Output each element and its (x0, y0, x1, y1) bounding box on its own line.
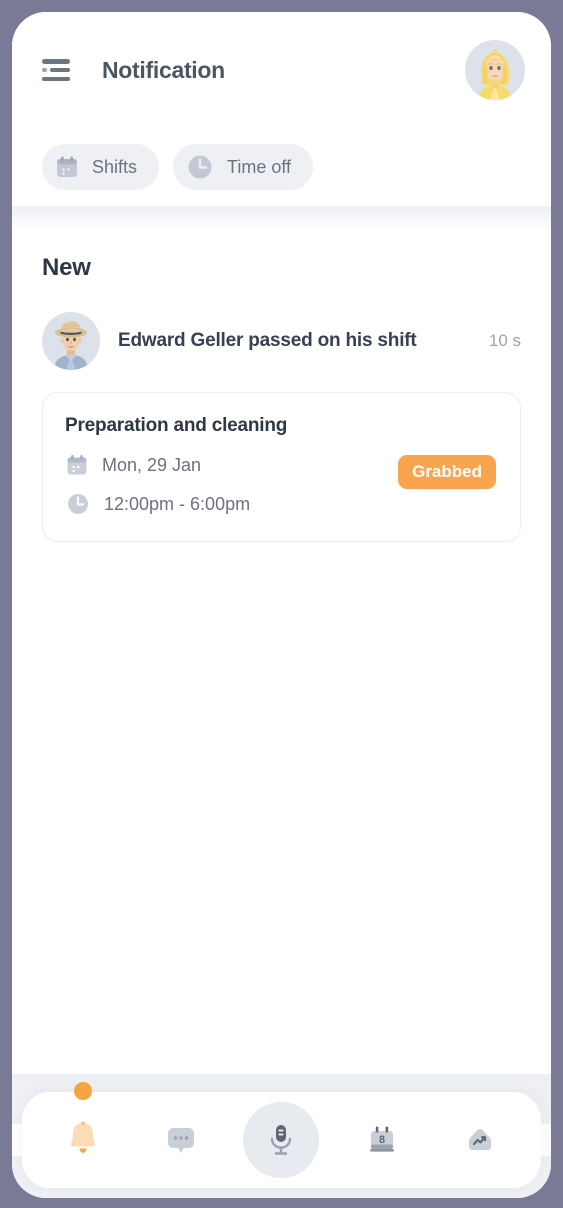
filter-chip-time-off[interactable]: Time off (173, 144, 314, 190)
nav-item-schedule[interactable]: 8 (346, 1104, 418, 1176)
microphone-icon (271, 1125, 292, 1155)
shift-title: Preparation and cleaning (65, 415, 288, 436)
bell-icon (71, 1121, 96, 1153)
calendar-day-number: 8 (379, 1134, 385, 1146)
avatar[interactable] (465, 40, 525, 100)
chat-bubble-icon (168, 1128, 195, 1153)
filter-chips-bar: Shifts Time off (12, 128, 551, 206)
menu-dot (42, 67, 47, 73)
clock-icon (188, 155, 212, 179)
nav-item-voice[interactable] (243, 1102, 320, 1178)
hamburger-menu-icon[interactable] (42, 59, 70, 81)
nav-item-messages[interactable] (145, 1104, 217, 1176)
page-title: Notification (102, 56, 225, 83)
menu-line-bottom (42, 76, 70, 81)
nav-item-reports[interactable] (444, 1104, 516, 1176)
shift-meta-lines: Mon, 29 Jan 12:00pm - 6:00pm (65, 453, 398, 517)
avatar-man-straw-hat-image (42, 312, 100, 370)
avatar-blonde-woman-image (465, 40, 525, 100)
notification-row[interactable]: Edward Geller passed on his shift 10 s (42, 312, 521, 370)
phone-screen: Notification Shifts Time off New Edward … (12, 12, 551, 1198)
shift-date-row: Mon, 29 Jan (65, 453, 398, 477)
notification-timestamp: 10 s (488, 331, 521, 350)
avatar (42, 312, 100, 370)
shift-meta-wrapper: Mon, 29 Jan 12:00pm - 6:00pm Grabbed (65, 453, 496, 517)
nav-item-notifications[interactable] (47, 1074, 119, 1176)
app-header: Notification (12, 12, 551, 128)
filter-chip-shifts[interactable]: Shifts (42, 144, 160, 190)
header-divider-shadow (12, 206, 551, 232)
status-badge[interactable]: Grabbed (398, 455, 496, 489)
bottom-navigation-area: 8 (12, 1074, 551, 1198)
filter-chip-shifts-label: Shifts (92, 156, 138, 177)
shift-date: Mon, 29 Jan (102, 454, 202, 475)
bottom-navigation: 8 (22, 1074, 541, 1188)
nav-badge-dot (74, 1082, 93, 1100)
shift-time-range: 12:00pm - 6:00pm (104, 493, 251, 514)
menu-line-middle (42, 67, 70, 73)
calendar-icon (67, 455, 87, 475)
shift-time-row: 12:00pm - 6:00pm (65, 491, 398, 517)
calendar-icon: 8 (369, 1126, 394, 1152)
clock-icon (68, 494, 88, 514)
filter-chip-time-off-label: Time off (227, 156, 292, 177)
notification-content: New Edward Geller passed on his shift 10… (12, 232, 551, 1074)
phone-frame: Notification Shifts Time off New Edward … (0, 0, 563, 1208)
menu-line-top (42, 59, 70, 64)
menu-line-middle-bar (49, 67, 70, 73)
trending-up-icon (468, 1129, 491, 1150)
section-title-new: New (42, 254, 91, 281)
notification-message: Edward Geller passed on his shift (118, 330, 417, 351)
shift-detail-card[interactable]: Preparation and cleaning Mon, 29 Jan 12:… (42, 392, 521, 542)
calendar-icon (57, 156, 77, 177)
